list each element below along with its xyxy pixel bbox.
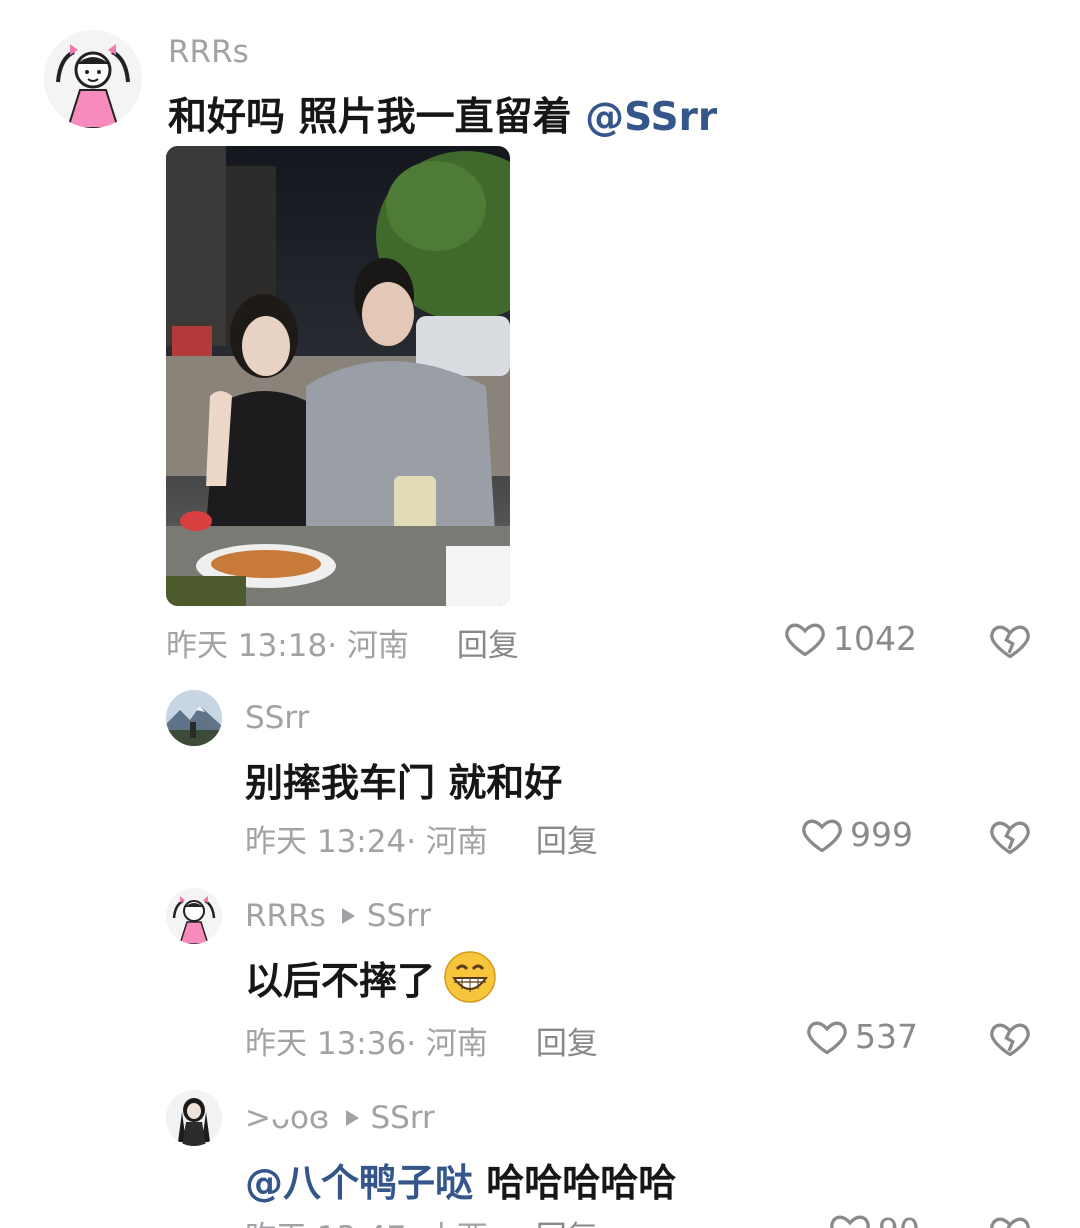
avatar[interactable] (166, 690, 222, 746)
avatar[interactable] (166, 1090, 222, 1146)
avatar[interactable] (166, 888, 222, 944)
comment-text: 以后不摔了 (245, 950, 497, 1005)
comment-meta: 昨天 13:18 · 河南 回复 (166, 620, 519, 665)
reply-button[interactable]: 回复 (457, 620, 519, 665)
heart-icon (802, 819, 842, 853)
comment-text: 和好吗 照片我一直留着 @SSrr (168, 95, 718, 140)
mention-link[interactable]: @SSrr (585, 95, 717, 140)
mention-link[interactable]: @八个鸭子哒 (245, 1161, 473, 1205)
heart-icon (830, 1215, 870, 1228)
username[interactable]: RRRs (168, 34, 249, 70)
comment-text: 别摔我车门 就和好 (245, 761, 563, 805)
comment-meta: 昨天 13:47· 山西 回复 (245, 1212, 598, 1228)
username[interactable]: >ᴗoɞ SSrr (245, 1100, 435, 1136)
reply-button[interactable]: 回复 (536, 1212, 598, 1228)
reply-arrow-icon (345, 1110, 359, 1126)
like-count: 1042 (833, 618, 917, 658)
like-count: 537 (855, 1016, 918, 1056)
comment-meta: 昨天 13:36 · 河南 回复 (245, 1018, 598, 1063)
broken-heart-icon[interactable] (988, 814, 1032, 858)
like-button[interactable]: 1042 (783, 616, 917, 660)
heart-icon (785, 623, 825, 657)
like-button[interactable]: 999 (800, 812, 913, 856)
broken-heart-icon[interactable] (988, 1210, 1032, 1228)
reply-button[interactable]: 回复 (536, 816, 598, 861)
comment-meta: 昨天 13:24 · 河南 回复 (245, 816, 598, 861)
comment-photo[interactable] (166, 146, 510, 606)
grinning-face-emoji (444, 951, 496, 1003)
comment-text: @八个鸭子哒 哈哈哈哈哈 (245, 1161, 677, 1205)
heart-icon (807, 1021, 847, 1055)
username[interactable]: RRRs SSrr (245, 898, 431, 934)
like-count: 90 (878, 1211, 920, 1228)
reply-arrow-icon (341, 908, 355, 924)
like-button[interactable]: 90 (828, 1208, 920, 1228)
like-count: 999 (850, 814, 913, 854)
reply-button[interactable]: 回复 (536, 1018, 598, 1063)
broken-heart-icon[interactable] (988, 1016, 1032, 1060)
username[interactable]: SSrr (245, 700, 309, 736)
avatar[interactable] (44, 30, 142, 128)
broken-heart-icon[interactable] (988, 618, 1032, 662)
comment-thread: RRRs 和好吗 照片我一直留着 @SSrr 昨天 13:18 · 河南 回复 … (0, 0, 1080, 1228)
like-button[interactable]: 537 (805, 1014, 918, 1058)
